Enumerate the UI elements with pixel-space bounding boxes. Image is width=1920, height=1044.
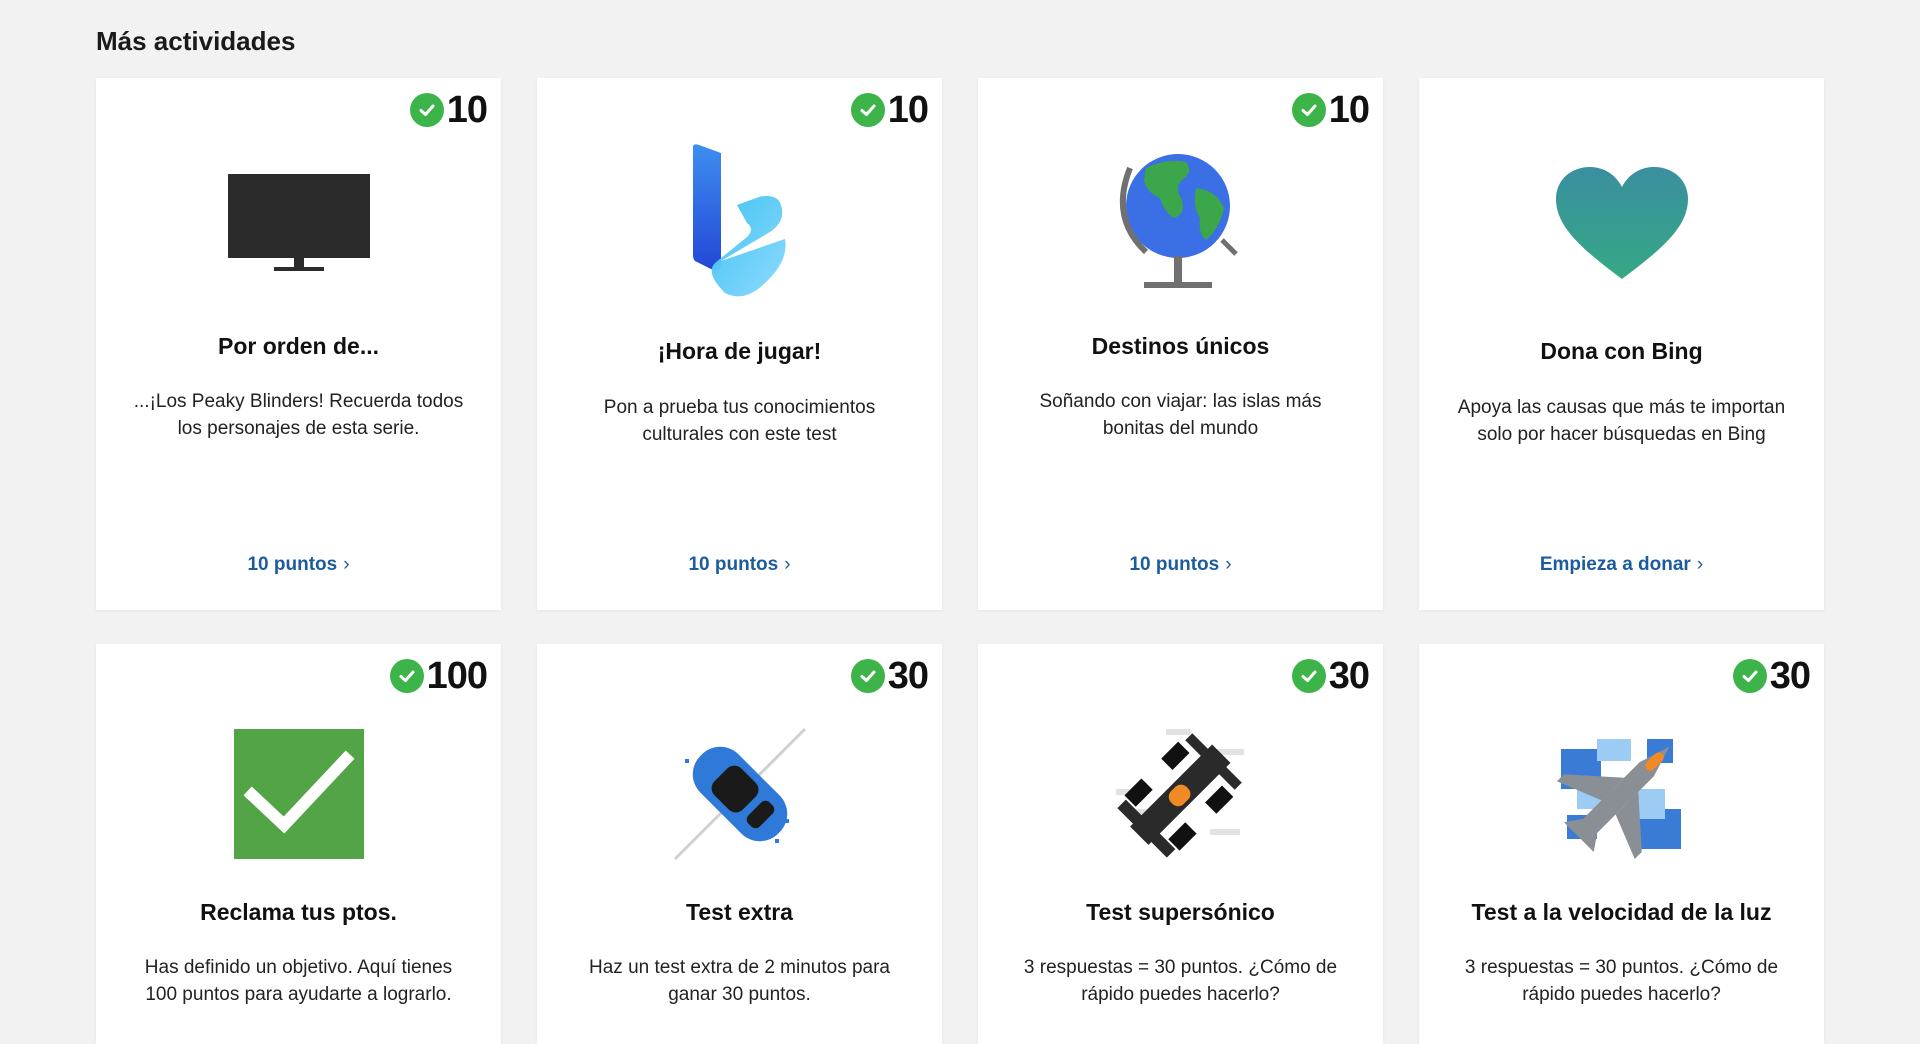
card-link-label: 10 puntos [1129,554,1220,575]
globe-icon [978,133,1383,313]
chevron-right-icon: › [784,554,791,575]
heart-icon [1419,133,1824,313]
chevron-right-icon: › [1696,554,1704,575]
points-value: 100 [426,654,488,697]
points-value: 30 [1769,654,1811,697]
points-value: 30 [1328,654,1370,697]
donate-link[interactable]: Empieza a donar › [1419,554,1824,576]
jet-icon [1419,704,1824,884]
check-circle-icon [389,659,424,693]
card-description-line: los personajes de esta serie. [177,418,420,439]
card-points-link[interactable]: 10 puntos › [537,554,942,576]
card-points-link[interactable]: 10 puntos › [978,554,1383,576]
card-description: Soñando con viajar: las islas más bonita… [1008,388,1353,442]
card-description-line: 3 respuestas = 30 puntos. ¿Cómo de [1464,957,1779,978]
activity-card-test-supersonico[interactable]: 30 Test supersónico 3 respuestas = 30 pu… [978,644,1383,1044]
card-description: 3 respuestas = 30 puntos. ¿Cómo de rápid… [1008,954,1353,1008]
card-title: ¡Hora de jugar! [657,338,822,364]
card-description-line: Apoya las causas que más te importan [1457,397,1786,418]
points-badge: 30 [850,654,929,698]
card-description: Haz un test extra de 2 minutos para gana… [567,954,912,1008]
card-description-line: Haz un test extra de 2 minutos para [589,957,890,978]
card-description-line: Has definido un objetivo. Aquí tienes [144,957,453,978]
points-badge: 30 [1291,654,1370,698]
activities-grid: 10 Por orden de... ...¡Los Peaky Blinder… [0,0,1920,1044]
card-description-line: rápido puedes hacerlo? [1081,984,1280,1005]
check-circle-icon [850,659,885,693]
check-circle-icon [1291,93,1326,127]
formula-car-icon [978,704,1383,884]
card-description-line: bonitas del mundo [1102,418,1259,439]
card-title: Test a la velocidad de la luz [1471,899,1772,925]
card-link-label: Empieza a donar [1539,554,1691,575]
points-badge: 10 [1291,88,1370,132]
chevron-right-icon: › [343,554,350,575]
card-description-line: Soñando con viajar: las islas más [1039,391,1322,412]
card-description-line: culturales con este test [642,424,837,445]
chevron-right-icon: › [1225,554,1232,575]
activity-card-peaky-blinders[interactable]: 10 Por orden de... ...¡Los Peaky Blinder… [96,78,501,610]
check-circle-icon [409,93,444,127]
activity-card-destinos-unicos[interactable]: 10 Destinos únicos Soñando con viajar: l… [978,78,1383,610]
points-badge: 100 [389,654,488,698]
card-title: Destinos únicos [1091,333,1270,359]
points-value: 10 [1328,88,1370,131]
card-description-line: rápido puedes hacerlo? [1522,984,1721,1005]
check-circle-icon [1732,659,1767,693]
activity-card-reclama-ptos[interactable]: 100 Reclama tus ptos. Has definido un ob… [96,644,501,1044]
card-title: Test extra [686,899,793,925]
card-description-line: 100 puntos para ayudarte a lograrlo. [145,984,452,1005]
card-description-line: 3 respuestas = 30 puntos. ¿Cómo de [1023,957,1338,978]
card-description-line: Pon a prueba tus conocimientos [603,397,876,418]
card-description: Apoya las causas que más te importan sol… [1449,394,1794,448]
activity-card-test-velocidad-luz[interactable]: 30 Test a la velocidad de la luz 3 respu… [1419,644,1824,1044]
card-link-label: 10 puntos [247,554,338,575]
card-description-line: solo por hacer búsquedas en Bing [1477,424,1766,445]
card-points-link[interactable]: 10 puntos › [96,554,501,576]
card-description-line: ...¡Los Peaky Blinders! Recuerda todos [133,391,464,412]
card-description-line: ganar 30 puntos. [668,984,811,1005]
card-link-label: 10 puntos [688,554,779,575]
card-title: Por orden de... [217,333,380,359]
tv-icon [96,133,501,313]
card-description: Has definido un objetivo. Aquí tienes 10… [126,954,471,1008]
check-circle-icon [1291,659,1326,693]
card-title: Test supersónico [1086,899,1275,925]
points-value: 10 [887,88,929,131]
activity-card-test-extra[interactable]: 30 Test extra Haz un test extra de 2 min… [537,644,942,1044]
card-description: 3 respuestas = 30 puntos. ¿Cómo de rápid… [1449,954,1794,1008]
checkmark-box-icon [96,704,501,884]
points-value: 30 [887,654,929,697]
card-title: Dona con Bing [1540,338,1703,364]
card-description: Pon a prueba tus conocimientos culturale… [567,394,912,448]
bing-logo-icon [537,133,942,313]
race-car-icon [537,704,942,884]
points-badge: 10 [409,88,488,132]
activity-card-hora-de-jugar[interactable]: 10 ¡Hora de jugar! Pon a prueba tus cono… [537,78,942,610]
points-badge: 10 [850,88,929,132]
activity-card-dona-con-bing[interactable]: Dona con Bing Apoya las causas que más t… [1419,78,1824,610]
card-title: Reclama tus ptos. [200,899,397,925]
card-description: ...¡Los Peaky Blinders! Recuerda todos l… [126,388,471,442]
points-value: 10 [446,88,488,131]
check-circle-icon [850,93,885,127]
points-badge: 30 [1732,654,1811,698]
